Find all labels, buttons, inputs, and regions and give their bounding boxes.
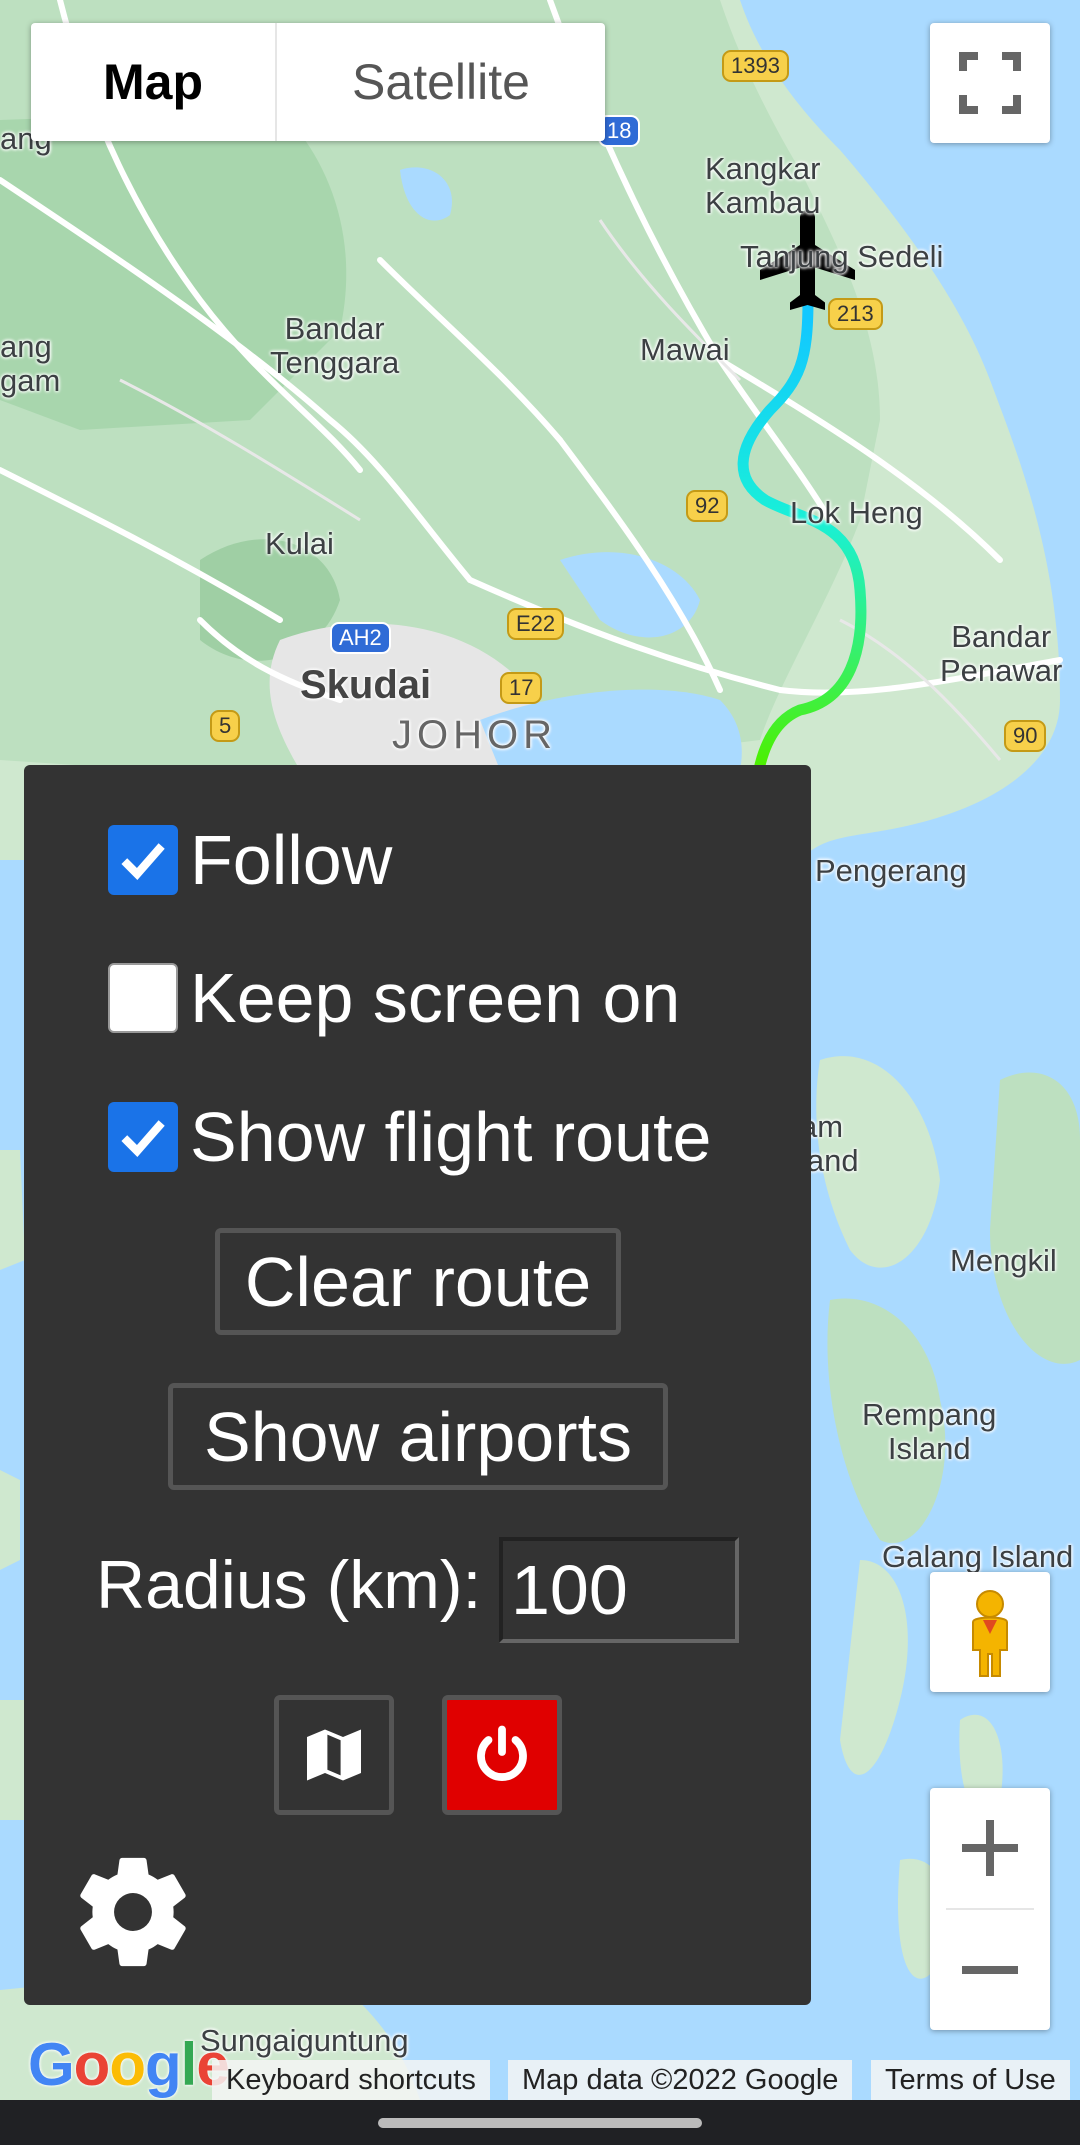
- map-label-mengkil: Mengkil: [950, 1243, 1057, 1278]
- gear-icon: [80, 1857, 186, 1967]
- road-shield-5: 5: [210, 710, 241, 742]
- map-label-rempang: Rempang Island: [862, 1397, 997, 1466]
- map-label-sungaiguntung: Sungaiguntung: [200, 2023, 409, 2058]
- map-type-map-button[interactable]: Map: [31, 23, 277, 141]
- road-shield-213: 213: [828, 298, 883, 330]
- map-label-mawai: Mawai: [640, 332, 730, 367]
- keep-screen-on-row[interactable]: Keep screen on: [108, 958, 680, 1038]
- show-flight-route-row[interactable]: Show flight route: [108, 1097, 711, 1177]
- map-icon: [307, 1729, 361, 1781]
- show-flight-route-label: Show flight route: [190, 1098, 712, 1176]
- street-view-button[interactable]: [930, 1572, 1050, 1692]
- settings-button[interactable]: [68, 1847, 198, 1977]
- show-airports-button[interactable]: Show airports: [168, 1383, 668, 1490]
- check-icon: [121, 1120, 165, 1157]
- keep-screen-on-checkbox[interactable]: [108, 963, 178, 1033]
- keyboard-shortcuts-link[interactable]: Keyboard shortcuts: [212, 2060, 490, 2100]
- fullscreen-button[interactable]: [930, 23, 1050, 143]
- map-label-skudai: Skudai: [300, 663, 432, 707]
- road-shield-92: 92: [686, 490, 729, 522]
- map-label-bandar-tenggara: Bandar Tenggara: [270, 311, 400, 380]
- map-label-galang: Galang Island: [882, 1539, 1074, 1574]
- google-logo[interactable]: Google: [28, 2030, 230, 2099]
- fullscreen-icon: [959, 52, 1021, 114]
- road-shield-ah2: AH2: [330, 622, 391, 654]
- map-label-lok-heng: Lok Heng: [790, 495, 923, 530]
- clear-route-button[interactable]: Clear route: [215, 1228, 621, 1335]
- map-label-left-ang-gam: ang gam: [0, 329, 61, 398]
- follow-checkbox[interactable]: [108, 825, 178, 895]
- map-type-satellite-button[interactable]: Satellite: [277, 23, 605, 141]
- map-type-control: Map Satellite: [31, 23, 605, 141]
- map-label-tanjung-sedeli: Tanjung Sedeli: [740, 239, 944, 274]
- zoom-in-button[interactable]: [930, 1788, 1050, 1908]
- zoom-control: [930, 1788, 1050, 2030]
- settings-panel: Follow Keep screen on Show flight route …: [24, 765, 811, 2005]
- map-label-kangkar-kambau: Kangkar Kambau: [705, 151, 821, 220]
- map-label-pengerang: Pengerang: [815, 853, 967, 888]
- keep-screen-on-label: Keep screen on: [190, 959, 681, 1037]
- road-shield-90: 90: [1004, 720, 1047, 752]
- pegman-icon: [972, 1590, 1008, 1677]
- terms-of-use-link[interactable]: Terms of Use: [871, 2060, 1070, 2100]
- power-icon: [477, 1725, 527, 1781]
- power-button[interactable]: [442, 1695, 562, 1815]
- map-view-button[interactable]: [274, 1695, 394, 1815]
- map-label-johor: JOHOR: [392, 713, 557, 757]
- map-data-attribution: Map data ©2022 Google: [508, 2060, 853, 2100]
- plus-icon: [962, 1820, 1018, 1876]
- minus-icon: [962, 1966, 1018, 1974]
- road-shield-1393: 1393: [722, 50, 789, 82]
- home-gesture-pill[interactable]: [378, 2118, 702, 2128]
- road-shield-17: 17: [500, 672, 543, 704]
- follow-label: Follow: [190, 821, 393, 899]
- zoom-out-button[interactable]: [930, 1910, 1050, 2030]
- show-flight-route-checkbox[interactable]: [108, 1102, 178, 1172]
- road-shield-e22: E22: [507, 608, 565, 640]
- radius-label: Radius (km):: [96, 1547, 482, 1623]
- map-label-kulai: Kulai: [265, 526, 334, 561]
- check-icon: [121, 843, 165, 880]
- follow-row[interactable]: Follow: [108, 820, 392, 900]
- radius-input[interactable]: 100: [499, 1537, 739, 1643]
- map-label-bandar-penawar: Bandar Penawar: [940, 619, 1063, 688]
